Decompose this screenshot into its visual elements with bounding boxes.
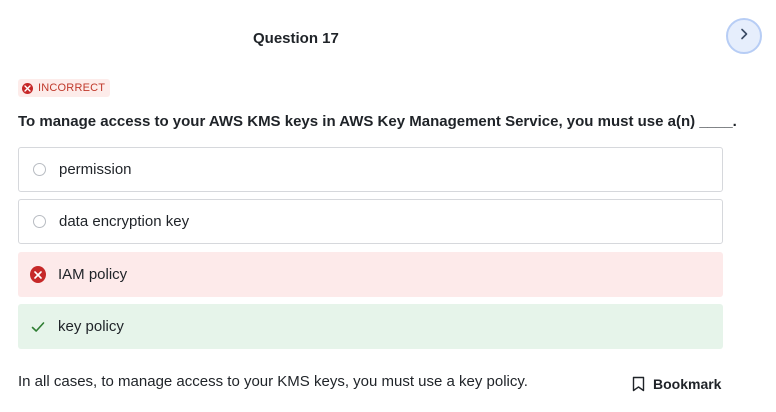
answer-option-correct[interactable]: key policy (18, 304, 723, 349)
answer-option[interactable]: data encryption key (18, 199, 723, 244)
x-circle-icon (30, 266, 46, 283)
next-question-button[interactable] (726, 18, 762, 54)
check-icon (30, 319, 46, 335)
status-badge: INCORRECT (18, 79, 111, 97)
x-circle-icon (22, 82, 33, 94)
chevron-right-icon (737, 27, 751, 46)
bookmark-icon (632, 376, 645, 392)
bookmark-button[interactable]: Bookmark (632, 376, 721, 392)
answer-option-label: IAM policy (58, 266, 128, 283)
answer-option-incorrect[interactable]: IAM policy (18, 252, 723, 297)
answer-option-label: permission (59, 161, 132, 178)
quiz-page: Question 17 INCORRECT To manage access t… (0, 0, 776, 412)
question-title: Question 17 (253, 30, 339, 47)
explanation-text: In all cases, to manage access to your K… (18, 373, 528, 390)
radio-circle-icon[interactable] (31, 162, 47, 178)
answer-option-label: data encryption key (59, 213, 190, 230)
answer-option[interactable]: permission (18, 147, 723, 192)
status-label: INCORRECT (38, 82, 106, 94)
answer-option-label: key policy (58, 318, 124, 335)
question-text: To manage access to your AWS KMS keys in… (18, 113, 737, 130)
bookmark-label: Bookmark (653, 376, 722, 392)
radio-circle-icon[interactable] (31, 214, 47, 230)
